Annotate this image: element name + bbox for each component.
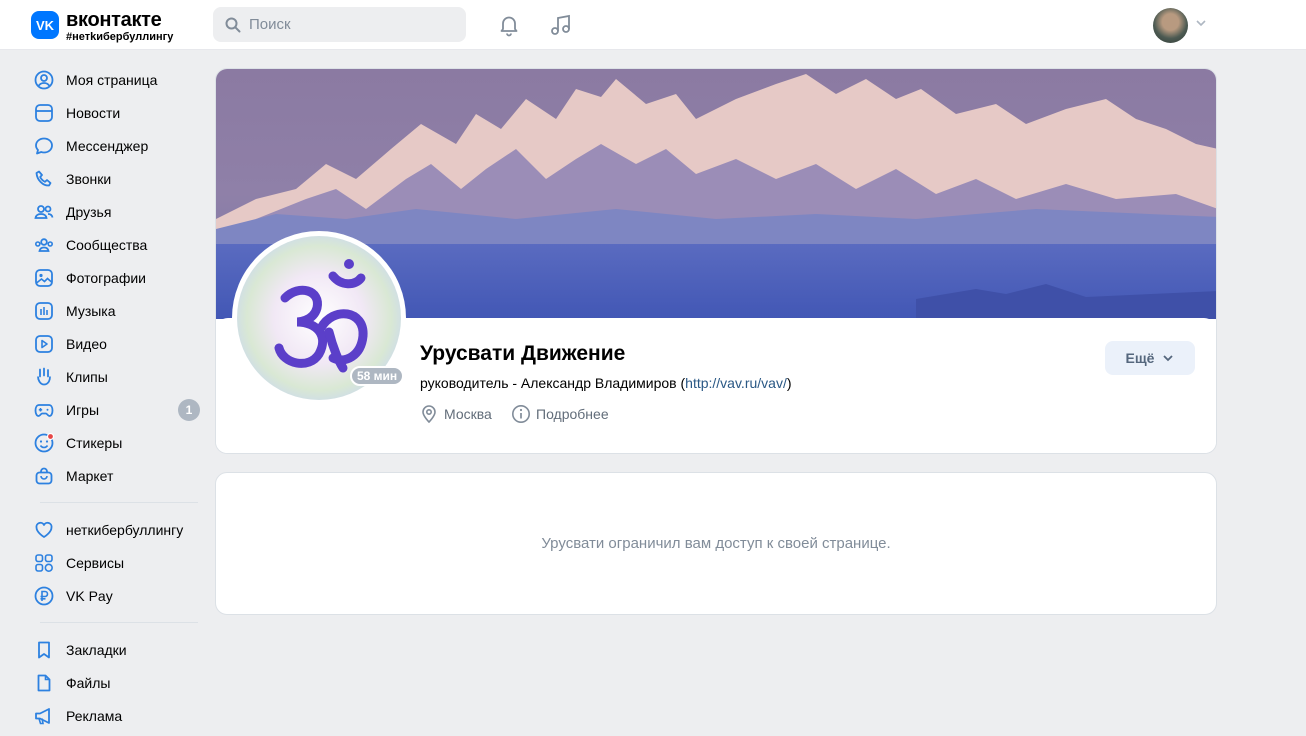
news-icon bbox=[32, 101, 56, 125]
heart-icon bbox=[32, 518, 56, 542]
sidebar-item-bookmarks[interactable]: Закладки bbox=[31, 633, 201, 666]
sidebar-item-label: Музыка bbox=[66, 302, 116, 319]
sidebar-item-my-page[interactable]: Моя страница bbox=[31, 63, 201, 96]
group-status: руководитель - Александр Владимиров (htt… bbox=[420, 375, 792, 391]
group-title: Урусвати Движение bbox=[420, 342, 626, 365]
sidebar-item-photos[interactable]: Фотографии bbox=[31, 261, 201, 294]
sidebar-item-clips[interactable]: Клипы bbox=[31, 360, 201, 393]
sidebar-item-label: Фотографии bbox=[66, 269, 147, 286]
sidebar-item-label: Закладки bbox=[66, 641, 127, 658]
sidebar-item-games[interactable]: Игры 1 bbox=[31, 393, 201, 426]
video-icon bbox=[32, 332, 56, 356]
sidebar-item-friends[interactable]: Друзья bbox=[31, 195, 201, 228]
phone-icon bbox=[32, 167, 56, 191]
sidebar-item-label: Звонки bbox=[66, 170, 112, 187]
message-icon bbox=[32, 134, 56, 158]
status-text: руководитель - Александр Владимиров ( bbox=[420, 375, 686, 391]
sidebar-item-label: Новости bbox=[66, 104, 121, 121]
logo-tag: #нетkибербуллингу bbox=[66, 31, 174, 43]
sidebar-item-label: неткибербуллингу bbox=[66, 521, 184, 538]
details-label: Подробнее bbox=[536, 406, 609, 422]
top-header: VK вконтакте #нетkибербуллингу bbox=[0, 0, 1306, 50]
music-icon bbox=[551, 14, 570, 35]
vk-logo-mark: VK bbox=[31, 11, 59, 39]
vk-logo[interactable]: VK вконтакте #нетkибербуллингу bbox=[31, 10, 173, 43]
sidebar-item-label: Видео bbox=[66, 335, 107, 352]
access-restricted-card: Урусвати ограничил вам доступ к своей ст… bbox=[215, 472, 1217, 615]
notifications-button[interactable] bbox=[496, 12, 522, 38]
user-circle-icon bbox=[32, 68, 56, 92]
more-button[interactable]: Ещё bbox=[1105, 341, 1195, 375]
last-seen-badge: 58 мин bbox=[350, 366, 405, 386]
sidebar-item-news[interactable]: Новости bbox=[31, 96, 201, 129]
status-suffix: ) bbox=[786, 375, 792, 391]
logo-name: вконтакте bbox=[66, 9, 162, 31]
sidebar-item-ads[interactable]: Реклама bbox=[31, 699, 201, 732]
sidebar-item-music[interactable]: Музыка bbox=[31, 294, 201, 327]
music-icon bbox=[32, 299, 56, 323]
sidebar-item-files[interactable]: Файлы bbox=[31, 666, 201, 699]
sidebar-item-label: Сервисы bbox=[66, 554, 125, 571]
chevron-down-icon bbox=[1163, 355, 1174, 362]
search-box[interactable] bbox=[213, 7, 466, 42]
sidebar-item-messenger[interactable]: Мессенджер bbox=[31, 129, 201, 162]
sidebar-divider bbox=[40, 502, 198, 503]
games-counter-badge: 1 bbox=[178, 399, 200, 421]
photo-icon bbox=[32, 266, 56, 290]
sidebar-item-label: Маркет bbox=[66, 467, 114, 484]
access-restricted-message: Урусвати ограничил вам доступ к своей ст… bbox=[541, 535, 891, 552]
sidebar-item-label: Друзья bbox=[66, 203, 112, 220]
sticker-icon bbox=[32, 431, 56, 455]
more-button-label: Ещё bbox=[1125, 350, 1155, 366]
sidebar-item-label: VK Pay bbox=[66, 587, 113, 604]
sidebar-item-label: Реклама bbox=[66, 707, 123, 724]
sidebar-item-cyberbullying[interactable]: неткибербуллингу bbox=[31, 513, 201, 546]
profile-avatar[interactable] bbox=[1153, 8, 1188, 43]
chevron-down-icon[interactable] bbox=[1195, 17, 1207, 29]
sidebar-item-market[interactable]: Маркет bbox=[31, 459, 201, 492]
city-label: Москва bbox=[444, 406, 492, 422]
music-player-button[interactable] bbox=[548, 12, 574, 38]
status-link[interactable]: http://vav.ru/vav/ bbox=[685, 375, 787, 391]
sidebar-divider bbox=[40, 622, 198, 623]
sidebar-item-communities[interactable]: Сообщества bbox=[31, 228, 201, 261]
sidebar-item-label: Сообщества bbox=[66, 236, 148, 253]
sidebar-item-video[interactable]: Видео bbox=[31, 327, 201, 360]
community-icon bbox=[32, 233, 56, 257]
services-icon bbox=[32, 551, 56, 575]
gamepad-icon bbox=[32, 398, 56, 422]
sidebar-item-label: Моя страница bbox=[66, 71, 158, 88]
search-input[interactable] bbox=[249, 16, 449, 33]
left-sidebar: Моя страница Новости Мессенджер Звонки Д… bbox=[31, 63, 201, 732]
sidebar-item-stickers[interactable]: Стикеры bbox=[31, 426, 201, 459]
vkpay-icon bbox=[32, 584, 56, 608]
market-icon bbox=[32, 464, 56, 488]
megaphone-icon bbox=[32, 704, 56, 728]
bell-icon bbox=[500, 16, 518, 37]
bookmark-icon bbox=[32, 638, 56, 662]
sidebar-item-label: Мессенджер bbox=[66, 137, 149, 154]
sidebar-item-vk-pay[interactable]: VK Pay bbox=[31, 579, 201, 612]
clips-icon bbox=[32, 365, 56, 389]
sidebar-item-label: Файлы bbox=[66, 674, 111, 691]
sidebar-item-label: Игры bbox=[66, 401, 100, 418]
file-icon bbox=[32, 671, 56, 695]
info-icon bbox=[510, 403, 532, 425]
sidebar-item-label: Клипы bbox=[66, 368, 108, 385]
users-icon bbox=[32, 200, 56, 224]
sidebar-item-services[interactable]: Сервисы bbox=[31, 546, 201, 579]
group-details-link[interactable]: Подробнее bbox=[510, 403, 609, 425]
sidebar-item-label: Стикеры bbox=[66, 434, 123, 451]
location-pin-icon bbox=[418, 403, 440, 425]
sidebar-item-calls[interactable]: Звонки bbox=[31, 162, 201, 195]
group-city[interactable]: Москва bbox=[418, 403, 492, 425]
search-icon bbox=[225, 17, 241, 32]
